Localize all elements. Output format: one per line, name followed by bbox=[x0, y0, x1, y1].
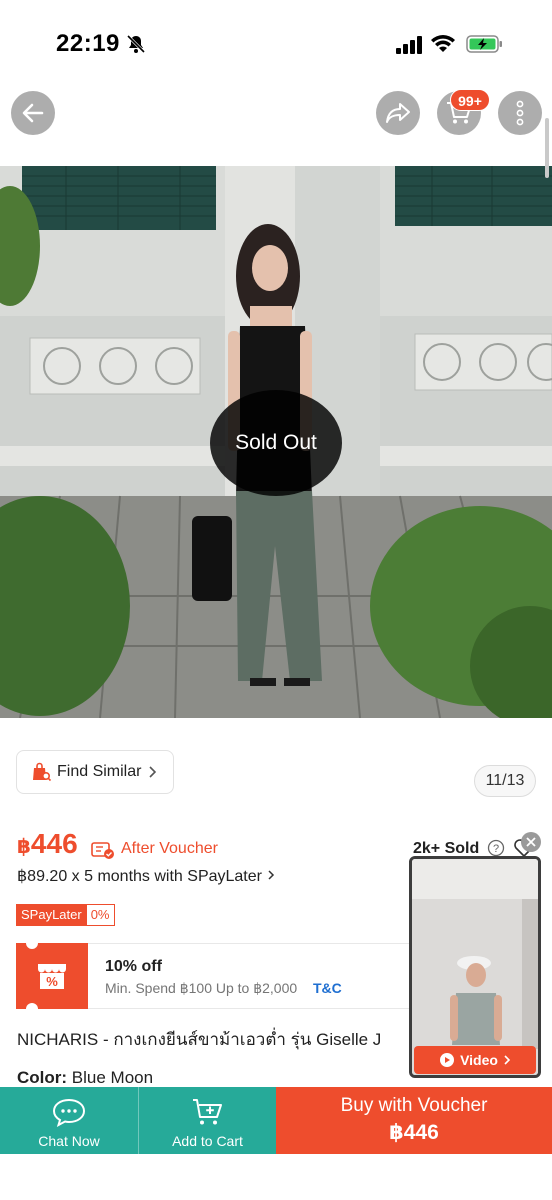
buy-price: ฿446 bbox=[389, 1121, 439, 1144]
chat-now-label: Chat Now bbox=[38, 1133, 100, 1149]
color-value: Blue Moon bbox=[71, 1068, 154, 1087]
chevron-right-icon bbox=[504, 1055, 511, 1065]
bag-search-icon bbox=[33, 762, 51, 782]
after-voucher-label: After Voucher bbox=[121, 840, 218, 857]
svg-text:%: % bbox=[46, 974, 58, 989]
video-thumbnail bbox=[412, 859, 538, 1075]
chevron-right-icon bbox=[149, 766, 157, 778]
discount-store-icon: % bbox=[38, 964, 66, 989]
video-button-label: Video bbox=[460, 1052, 498, 1068]
close-icon bbox=[526, 837, 536, 847]
status-time: 22:19 bbox=[56, 30, 120, 57]
add-to-cart-button[interactable]: Add to Cart bbox=[138, 1087, 276, 1154]
bottom-action-bar: Chat Now Add to Cart Buy with Voucher ฿4… bbox=[0, 1087, 552, 1154]
add-to-cart-icon bbox=[192, 1099, 222, 1125]
product-title: NICHARIS - กางเกงยีนส์ขาม้าเอวต่ำ รุ่น G… bbox=[17, 1030, 382, 1049]
voucher-title: 10% off bbox=[105, 958, 162, 975]
scrollbar[interactable] bbox=[545, 118, 549, 178]
spaylater-badge-label: SPayLater bbox=[16, 904, 87, 926]
voucher-tab: % bbox=[16, 937, 88, 1015]
chat-now-button[interactable]: Chat Now bbox=[0, 1087, 138, 1154]
status-bar: 22:19 bbox=[0, 0, 552, 80]
back-button[interactable] bbox=[11, 91, 55, 135]
chat-bubble-icon bbox=[52, 1098, 86, 1127]
voucher-notch bbox=[26, 937, 38, 949]
find-similar-button[interactable]: Find Similar bbox=[16, 750, 174, 794]
buy-with-voucher-label: Buy with Voucher bbox=[340, 1095, 488, 1116]
sold-out-overlay: Sold Out bbox=[210, 390, 342, 496]
voucher-tc-link[interactable]: T&C bbox=[313, 980, 342, 996]
arrow-left-icon bbox=[22, 103, 44, 123]
wifi-icon bbox=[430, 34, 456, 59]
spaylater-badge-rate: 0% bbox=[86, 904, 115, 926]
video-play-icon bbox=[440, 1053, 455, 1067]
voucher-notch bbox=[26, 1003, 38, 1015]
installment-text: ฿89.20 x 5 months with SPayLater bbox=[17, 868, 262, 885]
share-arrow-icon bbox=[386, 103, 410, 123]
cellular-signal-icon bbox=[396, 36, 424, 59]
cart-count-badge: 99+ bbox=[450, 89, 490, 111]
voucher-condition: Min. Spend ฿100 Up to ฿2,000 bbox=[105, 980, 298, 996]
svg-text:?: ? bbox=[493, 843, 499, 855]
battery-charging-icon bbox=[466, 34, 504, 59]
floating-video-player[interactable] bbox=[409, 856, 541, 1078]
more-vertical-icon bbox=[516, 100, 524, 126]
chevron-right-icon bbox=[268, 870, 275, 880]
video-button[interactable]: Video bbox=[414, 1046, 536, 1074]
add-to-cart-label: Add to Cart bbox=[172, 1133, 243, 1149]
home-indicator-area bbox=[0, 1154, 552, 1200]
image-counter: 11/13 bbox=[474, 765, 536, 797]
price-amount: 446 bbox=[30, 828, 78, 859]
price-currency: ฿ bbox=[17, 836, 31, 858]
share-button[interactable] bbox=[376, 91, 420, 135]
bell-off-icon bbox=[126, 34, 146, 59]
more-options-button[interactable] bbox=[498, 91, 542, 135]
installment-row[interactable]: ฿89.20 x 5 months with SPayLater bbox=[17, 866, 276, 886]
product-price: ฿446 bbox=[17, 828, 78, 860]
color-row[interactable]: Color: Blue Moon bbox=[17, 1068, 153, 1088]
color-label: Color: bbox=[17, 1068, 68, 1087]
video-close-button[interactable] bbox=[521, 832, 541, 852]
spaylater-badge: SPayLater 0% bbox=[16, 904, 115, 926]
voucher-icon bbox=[91, 840, 115, 865]
buy-with-voucher-button[interactable]: Buy with Voucher ฿446 bbox=[276, 1087, 552, 1154]
find-similar-label: Find Similar bbox=[57, 763, 142, 780]
